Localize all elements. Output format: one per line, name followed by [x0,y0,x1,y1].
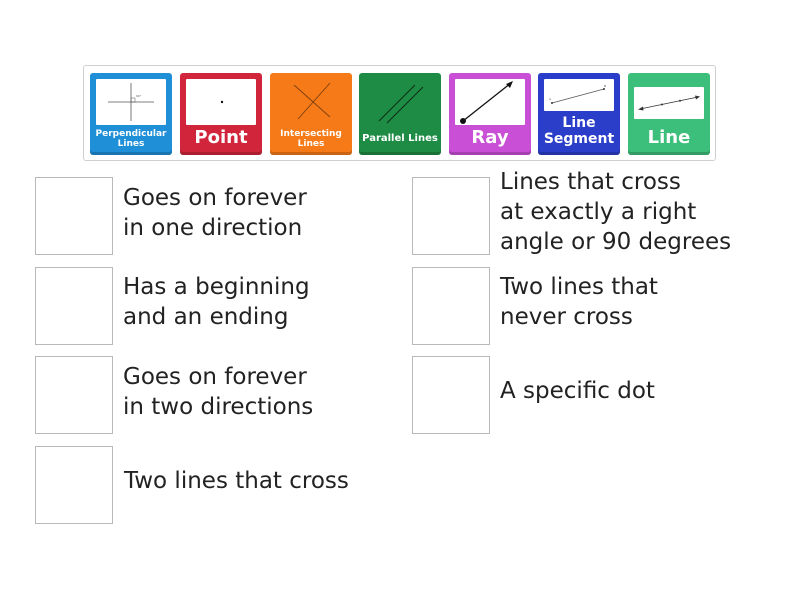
tile-line-segment[interactable]: A B Line Segment [538,73,620,155]
tile-label: Line [647,127,691,148]
tile-label: Perpendicular Lines [95,129,167,150]
tile-label: Ray [471,127,509,148]
point-icon [186,79,256,125]
drop-slot-1[interactable] [35,177,113,255]
definition-text: Goes on forever in two directions [123,364,314,420]
answer-tray: 90° Perpendicular Lines Point Intersecti… [83,65,716,161]
drop-slot-5[interactable] [35,356,113,434]
tile-label: Line Segment [543,115,615,148]
parallel-lines-icon [365,79,435,127]
definition-text: Has a beginning and an ending [123,274,310,330]
intersecting-lines-icon [276,79,346,125]
tile-line[interactable]: Line [628,73,710,155]
line-segment-icon: A B [544,79,614,111]
tile-label: Parallel Lines [362,133,438,144]
tile-intersecting-lines[interactable]: Intersecting Lines [270,73,352,155]
line-icon [634,87,704,119]
tile-parallel-lines[interactable]: Parallel Lines [359,73,441,155]
tile-perpendicular-lines[interactable]: 90° Perpendicular Lines [90,73,172,155]
drop-slot-4[interactable] [412,267,490,345]
definition-text: Goes on forever in one direction [123,185,307,241]
definition-text: Two lines that cross [124,468,349,494]
svg-text:90°: 90° [136,94,142,98]
definition-text: A specific dot [500,378,655,404]
tile-label: Point [194,127,248,148]
ray-icon [455,79,525,125]
svg-text:B: B [604,84,606,88]
definition-text: Lines that cross at exactly a right angl… [500,169,732,255]
tile-ray[interactable]: Ray [449,73,531,155]
definition-text: Two lines that never cross [500,274,658,330]
perpendicular-lines-icon: 90° [96,79,166,125]
tile-point[interactable]: Point [180,73,262,155]
drop-slot-7[interactable] [35,446,113,524]
drop-slot-2[interactable] [412,177,490,255]
tile-label: Intersecting Lines [280,129,342,150]
drop-slot-3[interactable] [35,267,113,345]
svg-text:A: A [549,97,552,101]
drop-slot-6[interactable] [412,356,490,434]
